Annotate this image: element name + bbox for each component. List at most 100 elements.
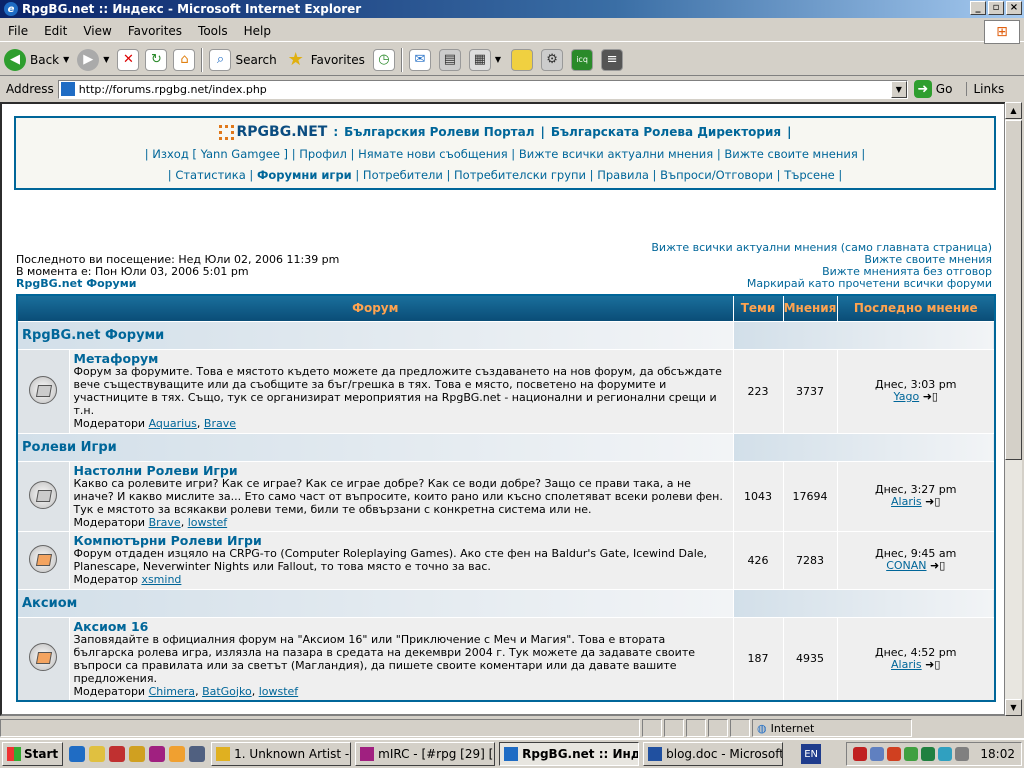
directory-link[interactable]: Българската Ролева Директория <box>551 125 781 139</box>
back-dropdown-icon[interactable]: ▼ <box>63 55 69 64</box>
menu-view[interactable]: View <box>75 24 119 38</box>
tray-icon[interactable] <box>887 747 902 761</box>
edit-icon[interactable]: ▦ <box>468 48 491 71</box>
start-button[interactable]: Start <box>2 742 64 766</box>
minimize-button[interactable]: _ <box>970 1 986 15</box>
title-bar[interactable]: e RpgBG.net :: Индекс - Microsoft Intern… <box>0 0 1024 18</box>
forum-name[interactable]: Аксиом 16 <box>74 620 729 633</box>
forum-games-link[interactable]: Форумни игри <box>257 168 352 182</box>
forum-name[interactable]: Компютърни Ролеви Игри <box>74 534 729 547</box>
winamp-quicklaunch-icon[interactable] <box>169 746 186 762</box>
active-posts-link[interactable]: Вижте всички актуални мнения <box>519 147 713 161</box>
close-button[interactable]: × <box>1006 1 1022 15</box>
search-link[interactable]: Търсене <box>784 168 834 182</box>
moderator-link[interactable]: BatGojko <box>202 685 252 698</box>
task-winamp[interactable]: 1. Unknown Artist - T... <box>211 742 352 766</box>
folder-icon <box>29 480 58 509</box>
menu-help[interactable]: Help <box>236 24 279 38</box>
media-quicklaunch-icon[interactable] <box>109 746 126 762</box>
tray-icon[interactable] <box>921 747 936 761</box>
forward-button[interactable]: ▶ ▼ <box>77 48 109 71</box>
tray-icon[interactable] <box>955 747 970 761</box>
edit-dropdown-icon[interactable]: ▼ <box>495 55 501 64</box>
search-button[interactable]: ⌕ Search <box>209 48 277 71</box>
address-input[interactable]: http://forums.rpgbg.net/index.php ▼ <box>57 79 908 99</box>
print-icon[interactable]: ▤ <box>438 48 461 71</box>
menu-tools[interactable]: Tools <box>190 24 236 38</box>
refresh-icon[interactable]: ↻ <box>145 48 168 71</box>
mark-read-link[interactable]: Маркирай като прочетени всички форуми <box>651 278 992 290</box>
start-label: Start <box>24 747 59 761</box>
abv-icq-icon[interactable]: icq <box>571 48 594 71</box>
go-button[interactable]: ➜ Go <box>913 80 952 98</box>
maximize-button[interactable]: ▫ <box>988 1 1004 15</box>
stop-icon[interactable]: ✕ <box>117 48 140 71</box>
profile-link[interactable]: Профил <box>299 147 347 161</box>
tray-icon[interactable] <box>904 747 919 761</box>
scroll-up-icon[interactable]: ▲ <box>1005 102 1022 119</box>
app-quicklaunch-icon[interactable] <box>129 746 146 762</box>
goto-last-post-icon[interactable]: ➜▯ <box>930 559 945 572</box>
address-dropdown-icon[interactable]: ▼ <box>890 80 907 98</box>
misc-quicklaunch-icon[interactable] <box>189 746 206 762</box>
research-icon[interactable]: ⚙ <box>541 48 564 71</box>
tray-icon[interactable] <box>853 747 868 761</box>
menu-edit[interactable]: Edit <box>36 24 75 38</box>
rules-link[interactable]: Правила <box>597 168 649 182</box>
tray-icon[interactable] <box>870 747 885 761</box>
forum-name[interactable]: Метафорум <box>74 352 729 365</box>
faq-link[interactable]: Въпроси/Отговори <box>660 168 773 182</box>
statistics-link[interactable]: Статистика <box>175 168 245 182</box>
history-icon[interactable]: ◷ <box>372 48 395 71</box>
links-button[interactable]: Links <box>966 82 1004 96</box>
goto-last-post-icon[interactable]: ➜▯ <box>923 390 938 403</box>
messages-link[interactable]: Нямате нови съобщения <box>358 147 508 161</box>
category-name[interactable]: RpgBG.net Форуми <box>16 320 734 350</box>
portal-link[interactable]: Българския Ролеви Портал <box>344 125 534 139</box>
site-logo[interactable]: RPGBG.NET <box>218 124 327 140</box>
moderator-link[interactable]: lowstef <box>188 516 227 529</box>
task-ie[interactable]: RpgBG.net :: Инде... <box>499 742 640 766</box>
ie-quicklaunch-icon[interactable] <box>69 746 86 762</box>
mail-icon[interactable]: ✉ <box>408 48 431 71</box>
forum-name[interactable]: Настолни Ролеви Игри <box>74 464 729 477</box>
moderator-link[interactable]: Brave <box>149 516 181 529</box>
vertical-scrollbar[interactable]: ▲ ▼ <box>1005 102 1022 716</box>
forum-index-link[interactable]: RpgBG.net Форуми <box>16 278 339 290</box>
mirc-quicklaunch-icon[interactable] <box>149 746 166 762</box>
language-indicator[interactable]: EN <box>801 744 822 764</box>
moderator-link[interactable]: Brave <box>204 417 236 430</box>
users-link[interactable]: Потребители <box>363 168 443 182</box>
favorites-button[interactable]: ★ Favorites <box>285 49 365 71</box>
scroll-thumb[interactable] <box>1005 120 1022 460</box>
moderator-link[interactable]: xsmind <box>141 573 181 586</box>
last-post-user[interactable]: Alaris <box>891 495 922 508</box>
last-post-user[interactable]: Alaris <box>891 658 922 671</box>
category-name[interactable]: Ролеви Игри <box>16 432 734 462</box>
logout-link[interactable]: Изход [ Yann Gamgee ] <box>152 147 288 161</box>
explorer-quicklaunch-icon[interactable] <box>89 746 106 762</box>
task-word[interactable]: blog.doc - Microsoft ... <box>643 742 784 766</box>
forward-dropdown-icon[interactable]: ▼ <box>103 55 109 64</box>
tray-icon[interactable] <box>938 747 953 761</box>
goto-last-post-icon[interactable]: ➜▯ <box>925 495 940 508</box>
home-icon[interactable]: ⌂ <box>173 48 196 71</box>
messenger-icon[interactable]: ≡ <box>601 48 624 71</box>
last-post-user[interactable]: CONAN <box>886 559 926 572</box>
back-button[interactable]: ◀ Back ▼ <box>4 48 69 71</box>
menu-favorites[interactable]: Favorites <box>120 24 190 38</box>
moderator-link[interactable]: lowstef <box>259 685 298 698</box>
goto-last-post-icon[interactable]: ➜▯ <box>925 658 940 671</box>
last-post-user[interactable]: Yago <box>894 390 920 403</box>
own-posts-link[interactable]: Вижте своите мнения <box>724 147 857 161</box>
user-groups-link[interactable]: Потребителски групи <box>454 168 586 182</box>
discuss-icon[interactable] <box>511 48 534 71</box>
task-mirc[interactable]: mIRC - [#rpg [29] [+... <box>355 742 496 766</box>
moderator-link[interactable]: Aquarius <box>149 417 197 430</box>
category-name[interactable]: Аксиом <box>16 588 734 618</box>
menu-file[interactable]: File <box>0 24 36 38</box>
clock[interactable]: 18:02 <box>980 747 1015 761</box>
topics-count: 187 <box>732 616 784 702</box>
scroll-down-icon[interactable]: ▼ <box>1005 699 1022 716</box>
moderator-link[interactable]: Chimera <box>149 685 195 698</box>
